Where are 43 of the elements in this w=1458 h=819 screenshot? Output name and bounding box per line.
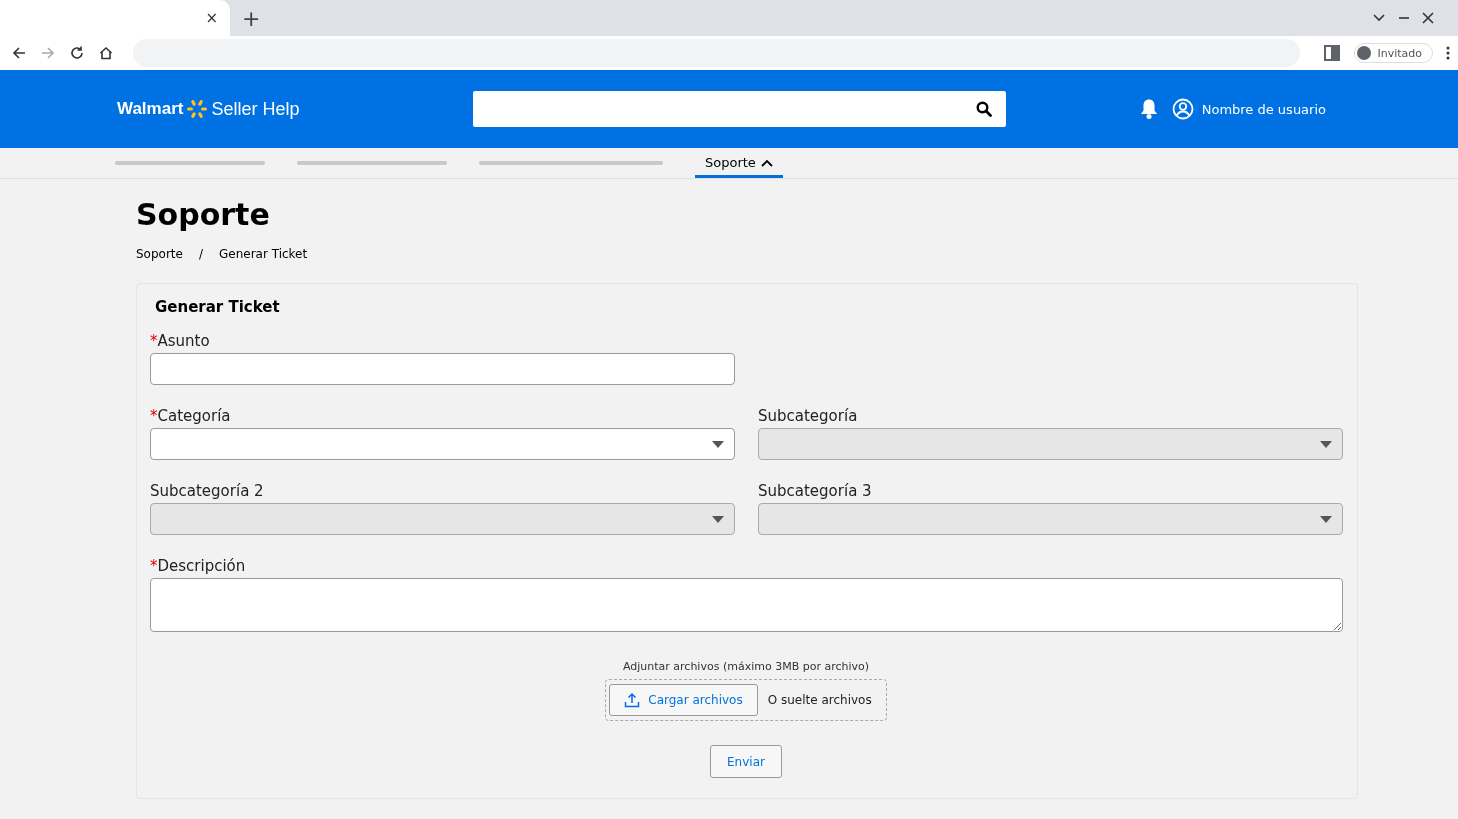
field-label: Subcategoría 3: [758, 481, 873, 502]
drop-zone[interactable]: Cargar archivos O suelte archivos: [605, 679, 887, 721]
field-label: *Asunto: [150, 331, 211, 352]
chevron-icon: [760, 158, 773, 167]
browser-tab[interactable]: ×: [0, 0, 230, 36]
side-panel-icon[interactable]: [1323, 44, 1342, 62]
field-label: *Categoría: [150, 406, 232, 427]
page-title: Soporte: [136, 196, 271, 234]
back-icon[interactable]: [11, 45, 27, 61]
brand-name[interactable]: Walmart: [117, 99, 184, 119]
field-label: Subcategoría 2: [150, 481, 265, 502]
more-icon[interactable]: [1446, 46, 1450, 60]
close-icon[interactable]: [1422, 12, 1434, 24]
bell-icon[interactable]: [1139, 98, 1158, 120]
submit-button[interactable]: Enviar: [710, 745, 782, 778]
breadcrumb-separator: /: [198, 247, 203, 261]
caret-icon: [712, 515, 724, 523]
upload-button[interactable]: Cargar archivos: [609, 684, 758, 716]
close-tab-button[interactable]: ×: [203, 9, 220, 27]
caret-icon: [712, 440, 724, 448]
nav-tab[interactable]: Soporte: [695, 148, 783, 178]
field-label: Subcategoría: [758, 406, 859, 427]
caret-icon: [1320, 440, 1332, 448]
user-icon[interactable]: [1171, 98, 1194, 120]
field-label: *Descripción: [150, 556, 247, 577]
new-tab-button[interactable]: +: [240, 5, 263, 31]
dropdown-field[interactable]: [150, 428, 735, 460]
drop-hint: O suelte archivos: [767, 693, 872, 707]
search-field[interactable]: [473, 91, 1006, 127]
breadcrumb-item[interactable]: Generar Ticket: [219, 247, 308, 261]
product-name[interactable]: Seller Help: [211, 98, 300, 120]
caret-icon: [1320, 515, 1332, 523]
breadcrumb-item[interactable]: Soporte: [136, 247, 183, 261]
home-icon[interactable]: [98, 45, 114, 61]
username-link[interactable]: Nombre de usuario: [1201, 101, 1326, 117]
input-field[interactable]: [150, 353, 735, 385]
upload-icon: [624, 692, 641, 708]
search-icon[interactable]: [976, 101, 992, 117]
text-area[interactable]: [150, 578, 1343, 632]
spark-logo-icon: [186, 98, 209, 120]
reload-icon[interactable]: [69, 45, 85, 61]
attach-label: Adjuntar archivos (máximo 3MB por archivo): [622, 660, 870, 673]
form-title: Generar Ticket: [155, 298, 281, 316]
